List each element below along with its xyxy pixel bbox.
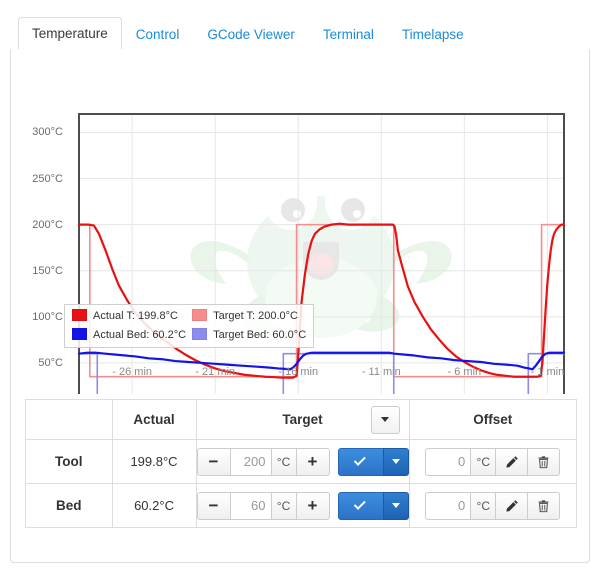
target-apply-dropdown-button[interactable] [382,447,409,476]
offset-edit-button[interactable] [495,447,529,476]
target-apply-group-bed [337,491,409,520]
header-actual: Actual [111,399,197,440]
offset-delete-button[interactable] [527,491,561,520]
offset-delete-button[interactable] [527,447,561,476]
offset-cell-bed: °C [408,483,577,528]
tab-bar: Temperature Control GCode Viewer Termina… [10,16,590,50]
legend-label-target-bed: Target Bed: 60.0°C [213,329,307,341]
chevron-down-icon [391,503,400,508]
x-axis-tick-label: - 21 min [195,366,236,378]
chevron-down-icon [391,459,400,464]
chart-legend: Actual T: 199.8°C Target T: 200.0°C Actu… [64,304,315,348]
target-apply-group-tool [337,447,409,476]
chart-x-axis: - 26 min - 21 min - 16 min - 11 min - 6 min -… [11,360,591,384]
check-icon [353,453,366,466]
target-temperature-input[interactable] [229,491,272,520]
header-offset: Offset [408,399,577,440]
legend-label-target-tool: Target T: 200.0°C [213,310,298,322]
x-axis-tick-label: - 6 min [447,366,482,378]
row-label-bed: Bed [25,483,113,528]
x-axis-tick-label: - 1 min [530,366,565,378]
tab-panel-temperature: 50°C 100°C 150°C 200°C 250°C 300°C - 26 min - … [10,49,590,563]
temperature-panel-page: Temperature Control GCode Viewer Termina… [0,0,600,573]
chevron-down-icon [381,417,389,422]
temperature-table: Actual Target Offset Tool199.8°C−°C+°CBe… [25,399,577,528]
offset-input[interactable] [425,491,472,520]
tab-gcode-viewer[interactable]: GCode Viewer [193,18,309,51]
header-target: Target [195,399,410,440]
table-row: Tool199.8°C−°C+°C [25,439,577,484]
offset-unit-label: °C [470,491,497,520]
trash-icon [538,455,549,468]
offset-edit-button[interactable] [495,491,529,520]
legend-swatch-target-tool [189,307,210,326]
pencil-icon [506,455,518,468]
target-apply-dropdown-button[interactable] [382,491,409,520]
offset-group-bed: °C [425,491,561,520]
tab-gcode-viewer-label: GCode Viewer [207,26,295,42]
x-axis-tick-label: - 11 min [361,366,401,378]
offset-unit-label: °C [470,447,497,476]
legend-swatch-actual-tool [69,307,90,326]
target-unit-label: °C [270,447,297,476]
target-increment-button[interactable]: + [295,491,330,520]
tab-control-label: Control [135,26,180,42]
tab-control[interactable]: Control [122,18,194,51]
actual-temperature-tool: 199.8°C [111,439,197,484]
offset-group-tool: °C [425,447,561,476]
pencil-icon [506,499,518,512]
tab-terminal-label: Terminal [322,26,374,42]
target-apply-button[interactable] [337,491,384,520]
legend-label-actual-tool: Actual T: 199.8°C [93,310,178,322]
table-row: Bed60.2°C−°C+°C [25,483,577,528]
tab-timelapse[interactable]: Timelapse [388,18,478,51]
target-decrement-button[interactable]: − [196,491,231,520]
target-temperature-input[interactable] [229,447,272,476]
target-preset-dropdown-button[interactable] [370,405,400,434]
actual-temperature-bed: 60.2°C [111,483,197,528]
tab-temperature-label: Temperature [32,25,108,41]
trash-icon [538,499,549,512]
target-increment-button[interactable]: + [295,447,330,476]
offset-cell-tool: °C [408,439,577,484]
temperature-chart[interactable]: 50°C 100°C 150°C 200°C 250°C 300°C - 26 min - … [11,49,591,394]
x-axis-tick-label: - 26 min [112,366,153,378]
target-apply-button[interactable] [337,447,384,476]
tab-terminal[interactable]: Terminal [309,18,388,51]
target-cell-tool: − °C+ [195,439,410,484]
x-axis-tick-label: - 16 min [278,366,319,378]
offset-input[interactable] [425,447,472,476]
target-unit-label: °C [270,491,297,520]
check-icon [353,497,366,510]
tab-temperature[interactable]: Temperature [18,16,122,50]
target-decrement-button[interactable]: − [196,447,231,476]
target-stepper-tool: − °C+ [196,447,330,476]
table-header-row: Actual Target Offset [25,399,577,440]
legend-swatch-target-bed [189,326,210,345]
target-stepper-bed: − °C+ [196,491,330,520]
tab-timelapse-label: Timelapse [401,26,464,42]
target-cell-bed: − °C+ [195,483,410,528]
legend-label-actual-bed: Actual Bed: 60.2°C [93,329,187,341]
legend-swatch-actual-bed [69,326,90,345]
header-name [25,399,113,440]
row-label-tool: Tool [25,439,113,484]
